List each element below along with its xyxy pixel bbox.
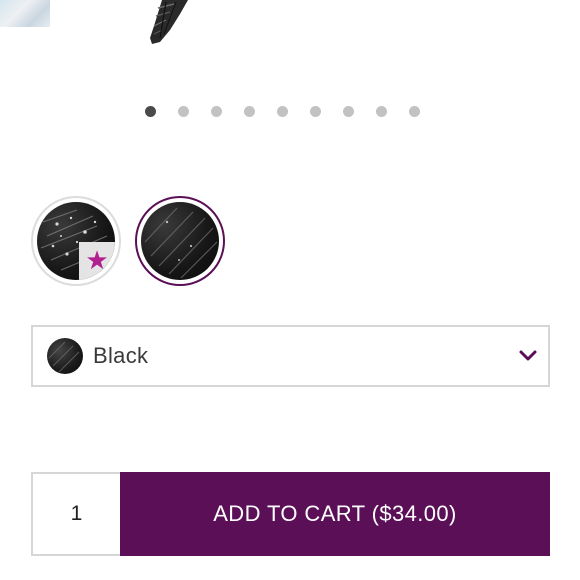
carousel-dot[interactable] bbox=[211, 106, 222, 117]
carousel-dot[interactable] bbox=[244, 106, 255, 117]
carousel-dot[interactable] bbox=[409, 106, 420, 117]
carousel-dot[interactable] bbox=[376, 106, 387, 117]
swatch-black[interactable] bbox=[135, 196, 225, 286]
carousel-dot[interactable] bbox=[343, 106, 354, 117]
product-thumbnail[interactable] bbox=[0, 0, 50, 27]
product-image bbox=[0, 0, 580, 90]
brush-tip-image bbox=[150, 0, 188, 44]
image-carousel-dots bbox=[145, 106, 420, 117]
star-icon: ★ bbox=[79, 242, 115, 280]
shade-select[interactable]: Black bbox=[31, 325, 550, 387]
quantity-input[interactable] bbox=[44, 501, 109, 527]
quantity-field[interactable] bbox=[31, 472, 120, 556]
carousel-dot[interactable] bbox=[277, 106, 288, 117]
swatch-texture bbox=[141, 202, 219, 280]
swatch-black-glitter[interactable]: ★ bbox=[31, 196, 121, 286]
swatch-texture: ★ bbox=[37, 202, 115, 280]
chevron-down-icon[interactable] bbox=[518, 349, 538, 363]
carousel-dot[interactable] bbox=[145, 106, 156, 117]
carousel-dot[interactable] bbox=[178, 106, 189, 117]
shade-color-dot bbox=[47, 338, 83, 374]
shade-select-value: Black bbox=[93, 343, 149, 368]
carousel-dot[interactable] bbox=[310, 106, 321, 117]
product-page: ★ Black 1 ADD TO CART ($34.00) bbox=[0, 0, 580, 580]
add-to-cart-button[interactable]: ADD TO CART ($34.00) bbox=[120, 472, 550, 556]
